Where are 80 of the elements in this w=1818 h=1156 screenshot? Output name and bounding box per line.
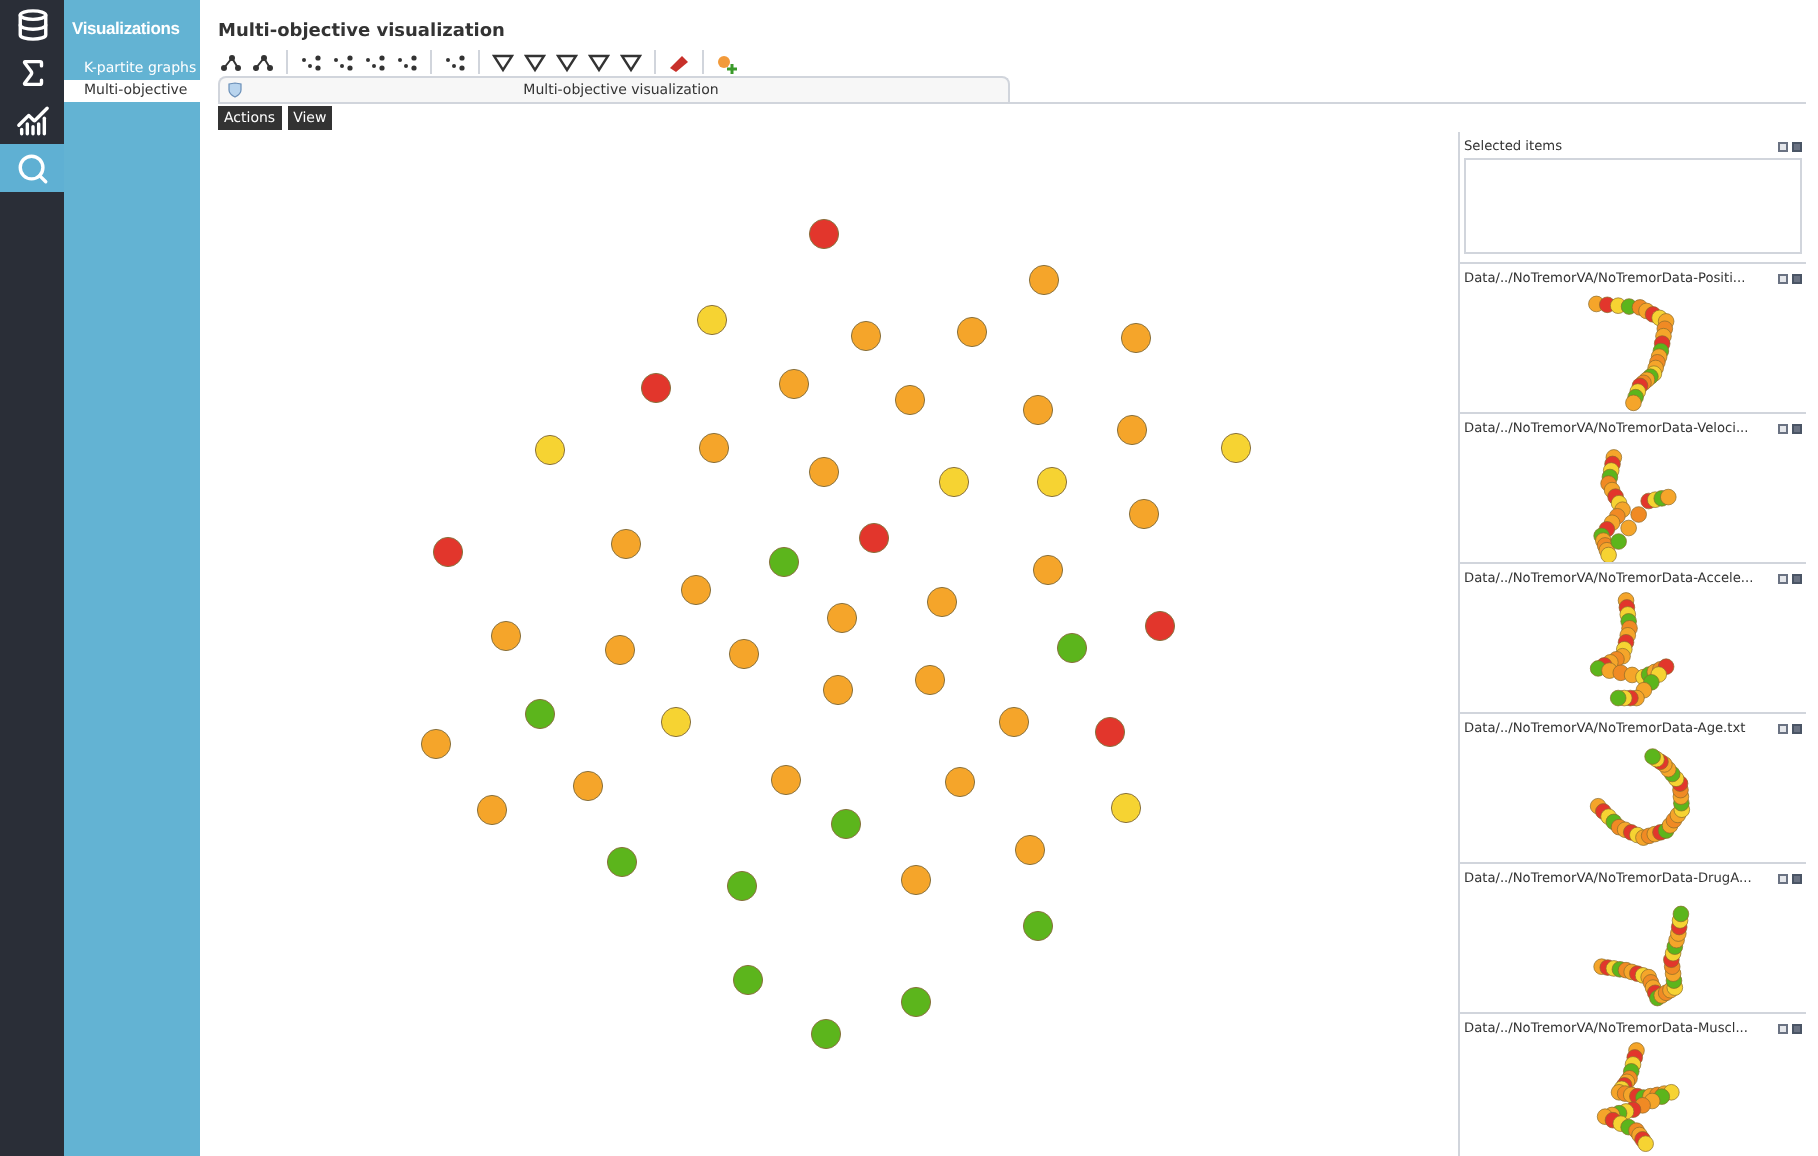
data-point[interactable] bbox=[914, 664, 946, 696]
nodes-icon[interactable] bbox=[218, 49, 244, 75]
data-point[interactable] bbox=[894, 384, 926, 416]
data-point[interactable] bbox=[604, 634, 636, 666]
data-point[interactable] bbox=[1028, 264, 1060, 296]
data-point[interactable] bbox=[944, 766, 976, 798]
data-point[interactable] bbox=[900, 986, 932, 1018]
data-point[interactable] bbox=[572, 770, 604, 802]
data-point[interactable] bbox=[420, 728, 452, 760]
data-point[interactable] bbox=[490, 620, 522, 652]
data-point[interactable] bbox=[926, 586, 958, 618]
filter-icon[interactable] bbox=[522, 49, 548, 75]
data-point[interactable] bbox=[770, 764, 802, 796]
data-point[interactable] bbox=[1022, 910, 1054, 942]
maximize-icon[interactable] bbox=[1778, 274, 1788, 284]
data-point[interactable] bbox=[640, 372, 672, 404]
data-point[interactable] bbox=[1032, 554, 1064, 586]
data-point[interactable] bbox=[1116, 414, 1148, 446]
thumbnail-drawing bbox=[1596, 1042, 1680, 1152]
scatter-icon[interactable] bbox=[394, 49, 420, 75]
data-point[interactable] bbox=[1128, 498, 1160, 530]
maximize-icon[interactable] bbox=[1778, 874, 1788, 884]
data-point[interactable] bbox=[938, 466, 970, 498]
data-point[interactable] bbox=[606, 846, 638, 878]
data-point[interactable] bbox=[778, 368, 810, 400]
data-point[interactable] bbox=[1014, 834, 1046, 866]
data-point[interactable] bbox=[850, 320, 882, 352]
data-point[interactable] bbox=[830, 808, 862, 840]
scatter-icon[interactable] bbox=[330, 49, 356, 75]
data-point[interactable] bbox=[768, 546, 800, 578]
data-point[interactable] bbox=[956, 316, 988, 348]
thumbnail-drawing bbox=[1593, 905, 1690, 1007]
nodes-icon[interactable] bbox=[250, 49, 276, 75]
data-point[interactable] bbox=[808, 456, 840, 488]
filter-icon[interactable] bbox=[554, 49, 580, 75]
data-point[interactable] bbox=[1094, 716, 1126, 748]
maximize-icon[interactable] bbox=[1778, 724, 1788, 734]
data-point[interactable] bbox=[728, 638, 760, 670]
scatter-icon[interactable] bbox=[298, 49, 324, 75]
data-point[interactable] bbox=[524, 698, 556, 730]
data-point[interactable] bbox=[998, 706, 1030, 738]
data-point[interactable] bbox=[476, 794, 508, 826]
data-point[interactable] bbox=[858, 522, 890, 554]
sidebar-title: Visualizations bbox=[70, 16, 182, 42]
data-point[interactable] bbox=[826, 602, 858, 634]
data-point[interactable] bbox=[732, 964, 764, 996]
data-point[interactable] bbox=[696, 304, 728, 336]
data-point[interactable] bbox=[660, 706, 692, 738]
filter-icon[interactable] bbox=[490, 49, 516, 75]
data-point[interactable] bbox=[432, 536, 464, 568]
filter-icon[interactable] bbox=[618, 49, 644, 75]
thumbnail-drawing bbox=[1588, 295, 1675, 412]
scatter-icon[interactable] bbox=[442, 49, 468, 75]
data-point[interactable] bbox=[1036, 466, 1068, 498]
thumbnail-drawing bbox=[1589, 748, 1690, 846]
scatter-icon[interactable] bbox=[362, 49, 388, 75]
data-point[interactable] bbox=[1120, 322, 1152, 354]
page-title: Multi-objective visualization bbox=[218, 20, 507, 46]
thumbnail-drawing bbox=[1593, 449, 1677, 562]
maximize-icon[interactable] bbox=[1778, 1024, 1788, 1034]
data-point[interactable] bbox=[698, 432, 730, 464]
data-point[interactable] bbox=[822, 674, 854, 706]
data-point[interactable] bbox=[900, 864, 932, 896]
data-point[interactable] bbox=[1110, 792, 1142, 824]
data-point[interactable] bbox=[1220, 432, 1252, 464]
thumbnail-drawing bbox=[1589, 592, 1675, 707]
shield-icon bbox=[228, 82, 242, 98]
data-point[interactable] bbox=[610, 528, 642, 560]
data-point[interactable] bbox=[810, 1018, 842, 1050]
filter-icon[interactable] bbox=[586, 49, 612, 75]
data-point[interactable] bbox=[680, 574, 712, 606]
data-point[interactable] bbox=[726, 870, 758, 902]
data-point[interactable] bbox=[534, 434, 566, 466]
maximize-icon[interactable] bbox=[1778, 574, 1788, 584]
data-point[interactable] bbox=[1144, 610, 1176, 642]
data-point[interactable] bbox=[808, 218, 840, 250]
data-point[interactable] bbox=[1056, 632, 1088, 664]
maximize-icon[interactable] bbox=[1778, 424, 1788, 434]
maximize-icon[interactable] bbox=[1778, 142, 1788, 152]
data-point[interactable] bbox=[1022, 394, 1054, 426]
